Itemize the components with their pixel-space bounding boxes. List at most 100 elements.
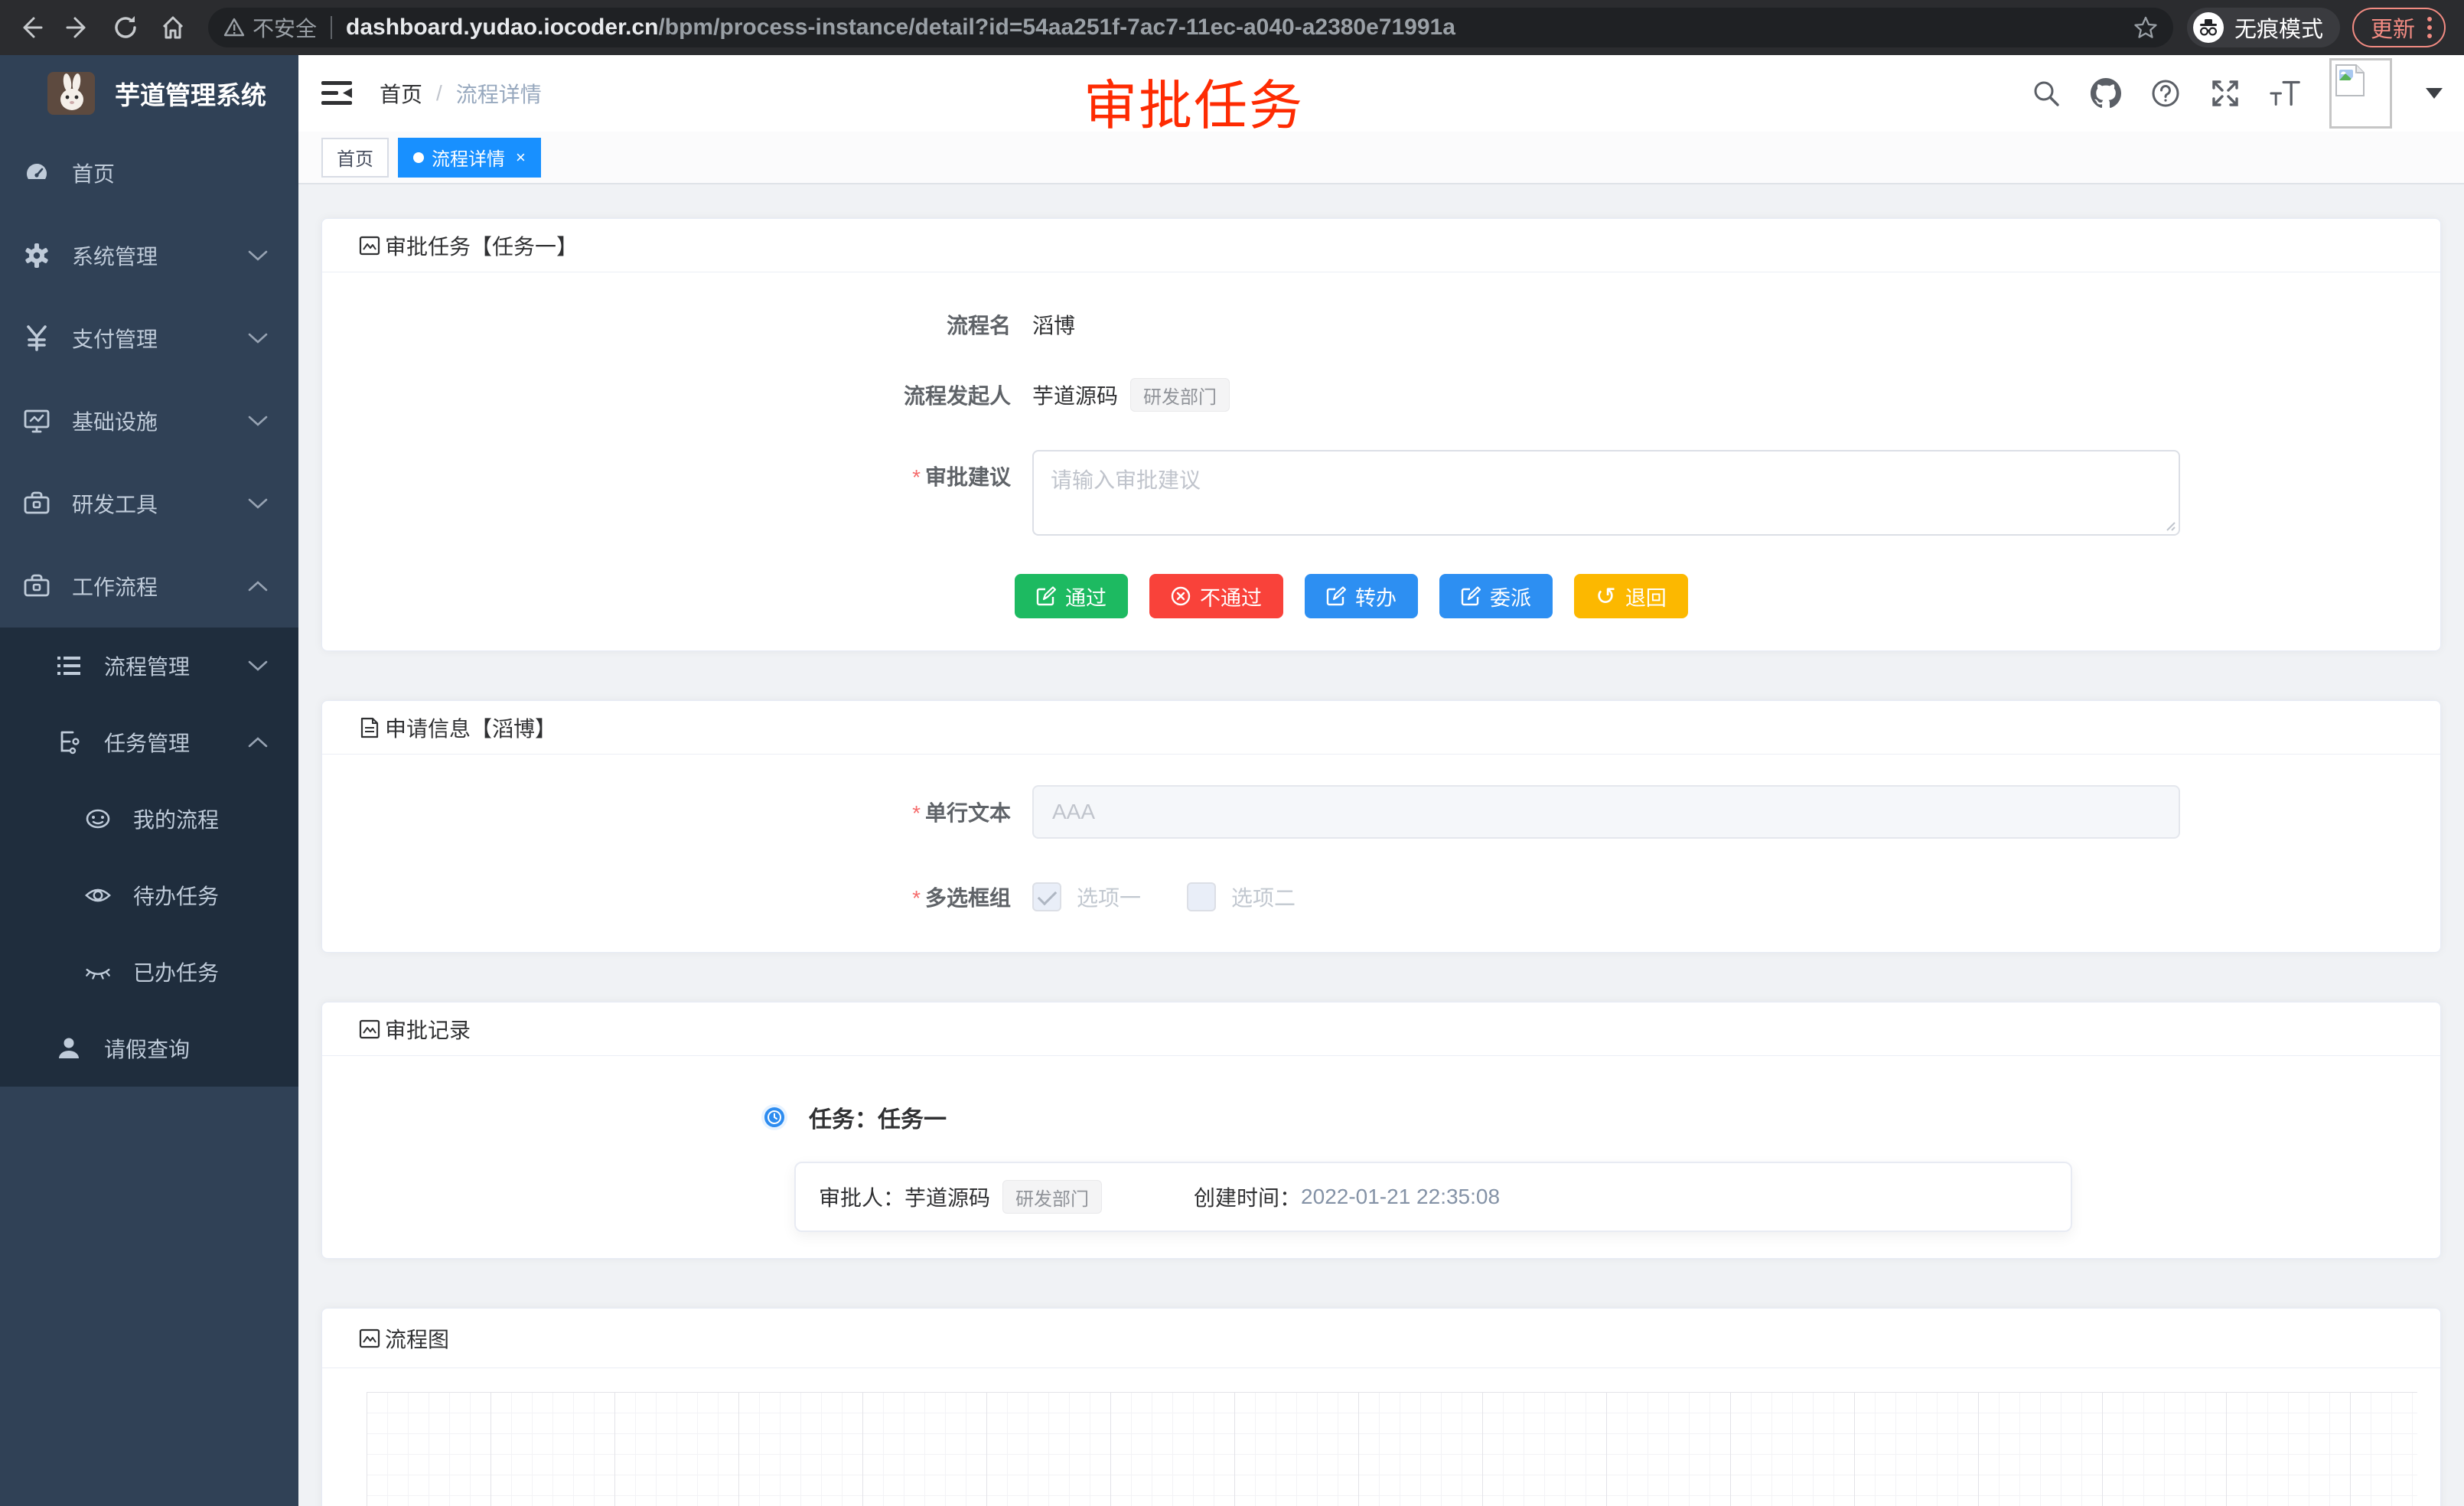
chevron-down-icon — [248, 333, 268, 344]
app-logo — [47, 72, 95, 115]
card-header: 申请信息【滔博】 — [322, 701, 2440, 755]
sidebar-item-task-management[interactable]: 任务管理 — [0, 704, 298, 781]
sidebar-item-todo-tasks[interactable]: 待办任务 — [0, 857, 298, 934]
tab-process-detail[interactable]: 流程详情 × — [398, 138, 541, 178]
sidebar-collapse-button[interactable] — [321, 80, 352, 106]
chevron-down-icon — [248, 250, 268, 261]
tab-home[interactable]: 首页 — [321, 138, 389, 178]
approve-task-card: 审批任务【任务一】 流程名 滔博 流程发起人 芋道源码 研发部门 *审批建议 — [321, 218, 2441, 651]
url-path: /bpm/process-instance/detail?id=54aa251f… — [658, 15, 1455, 40]
eye-closed-icon — [84, 957, 112, 986]
sidebar-item-dev-tools[interactable]: 研发工具 — [0, 462, 298, 545]
warning-triangle-icon — [223, 17, 245, 38]
single-text-input[interactable] — [1032, 785, 2180, 839]
browser-reload-button[interactable] — [109, 11, 142, 44]
record-task-title: 任务：任务一 — [809, 1100, 947, 1134]
refresh-left-icon: ↺ — [1595, 584, 1616, 608]
security-status[interactable]: 不安全 — [223, 12, 317, 43]
breadcrumb-home[interactable]: 首页 — [380, 78, 422, 109]
field-label: 流程名 — [322, 309, 1011, 340]
workflow-submenu: 流程管理 任务管理 我的流程 待办任务 已办任务 — [0, 628, 298, 1087]
incognito-badge: 无痕模式 — [2187, 8, 2340, 47]
star-icon — [2133, 15, 2158, 40]
avatar[interactable] — [2329, 58, 2392, 129]
security-label: 不安全 — [253, 12, 317, 43]
picture-icon — [359, 1019, 380, 1040]
pass-button[interactable]: 通过 — [1015, 574, 1128, 618]
document-icon — [359, 717, 380, 738]
sidebar-item-workflow[interactable]: 工作流程 — [0, 545, 298, 628]
sidebar-item-label: 已办任务 — [133, 957, 219, 987]
clock-icon — [761, 1104, 787, 1130]
tag-view-bar: 首页 流程详情 × — [298, 132, 2464, 184]
sidebar-item-infrastructure[interactable]: 基础设施 — [0, 380, 298, 462]
browser-forward-button[interactable] — [61, 11, 95, 44]
sidebar-item-label: 请假查询 — [104, 1033, 190, 1064]
sidebar-item-label: 待办任务 — [133, 880, 219, 911]
sidebar-item-payment[interactable]: 支付管理 — [0, 297, 298, 380]
search-icon[interactable] — [2031, 78, 2061, 109]
form-row-checkbox-group: *多选框组 选项一 选项二 — [322, 882, 2440, 912]
card-header: 流程图 — [322, 1309, 2440, 1368]
incognito-label: 无痕模式 — [2234, 11, 2323, 44]
reject-button[interactable]: 不通过 — [1149, 574, 1283, 618]
sidebar-item-done-tasks[interactable]: 已办任务 — [0, 934, 298, 1010]
sidebar-item-home[interactable]: 首页 — [0, 132, 298, 214]
checkbox-option-1[interactable]: 选项一 — [1032, 882, 1141, 912]
breadcrumb-current: 流程详情 — [456, 78, 542, 109]
bpmn-canvas[interactable] — [367, 1392, 2417, 1506]
browser-home-button[interactable] — [156, 11, 190, 44]
github-icon[interactable] — [2091, 78, 2121, 109]
checkbox-label: 选项一 — [1077, 882, 1141, 912]
card-header: 审批任务【任务一】 — [322, 219, 2440, 272]
fullscreen-icon[interactable] — [2210, 78, 2241, 109]
tab-close-icon[interactable]: × — [516, 148, 526, 168]
chevron-up-icon — [248, 737, 268, 748]
browser-back-button[interactable] — [14, 11, 47, 44]
circle-close-icon — [1171, 586, 1191, 606]
home-icon — [164, 18, 182, 37]
chevron-down-icon — [248, 498, 268, 509]
sidebar-item-label: 系统管理 — [72, 240, 158, 271]
url-text[interactable]: dashboard.yudao.iocoder.cn/bpm/process-i… — [346, 15, 2133, 41]
robot-icon — [84, 805, 112, 833]
browser-menu-icon[interactable] — [2427, 17, 2432, 38]
resize-grip-icon[interactable] — [2163, 519, 2176, 531]
avatar-caret-icon[interactable] — [2426, 88, 2443, 99]
card-body — [322, 1392, 2440, 1506]
chrome-update-button[interactable]: 更新 — [2352, 8, 2446, 47]
flow-diagram-card: 流程图 — [321, 1308, 2441, 1506]
return-button[interactable]: ↺ 退回 — [1574, 574, 1688, 618]
edit-icon — [1461, 586, 1481, 606]
form-row-initiator: 流程发起人 芋道源码 研发部门 — [322, 378, 2440, 412]
initiator-value: 芋道源码 — [1032, 380, 1118, 410]
page-title-annotation: 审批任务 — [1084, 63, 1304, 140]
process-name-value: 滔博 — [1032, 309, 1075, 340]
sidebar-item-leave-query[interactable]: 请假查询 — [0, 1010, 298, 1087]
checkbox-option-2[interactable]: 选项二 — [1187, 882, 1296, 912]
form-row-single-text: *单行文本 — [322, 785, 2440, 839]
form-row-process-name: 流程名 滔博 — [322, 309, 2440, 340]
bookmark-star-button[interactable] — [2133, 15, 2158, 40]
address-bar[interactable]: 不安全 dashboard.yudao.iocoder.cn/bpm/proce… — [208, 8, 2173, 47]
delegate-button[interactable]: 委派 — [1439, 574, 1553, 618]
checkbox-label: 选项二 — [1231, 882, 1296, 912]
picture-icon — [359, 1328, 380, 1349]
broken-image-icon — [2335, 64, 2365, 97]
field-label: *单行文本 — [322, 797, 1011, 827]
list-icon — [55, 653, 83, 679]
app-logo-row[interactable]: 芋道管理系统 — [0, 55, 298, 132]
sidebar-item-system[interactable]: 系统管理 — [0, 214, 298, 297]
required-asterisk: * — [912, 465, 921, 489]
sidebar-item-my-process[interactable]: 我的流程 — [0, 781, 298, 857]
help-icon[interactable] — [2150, 78, 2181, 109]
comment-textarea[interactable]: 请输入审批建议 — [1032, 450, 2180, 536]
chevron-down-icon — [248, 660, 268, 671]
font-size-icon[interactable] — [2270, 78, 2300, 109]
transfer-button[interactable]: 转办 — [1305, 574, 1418, 618]
app-title: 芋道管理系统 — [115, 75, 266, 112]
required-asterisk: * — [912, 801, 921, 825]
navbar-actions — [2031, 58, 2464, 129]
user-icon — [55, 1035, 83, 1061]
sidebar-item-process-management[interactable]: 流程管理 — [0, 628, 298, 704]
